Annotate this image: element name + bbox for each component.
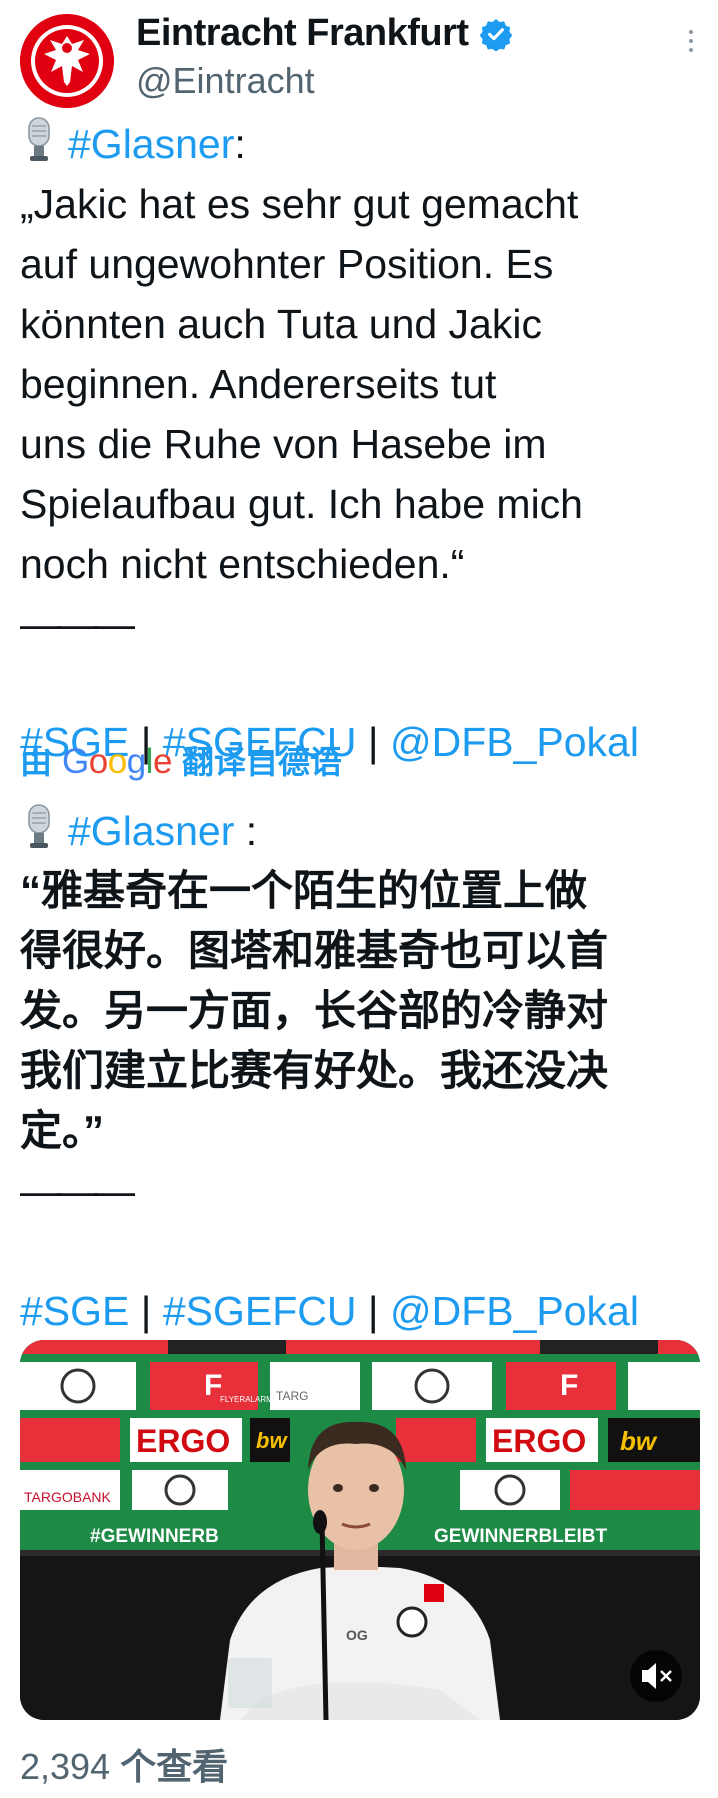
hashtag-colon: :	[234, 808, 258, 854]
separator-rule: ———	[20, 601, 135, 647]
svg-text:ERGO: ERGO	[136, 1423, 230, 1459]
view-count-label: 个查看	[120, 1746, 229, 1787]
quote-line: könnten auch Tuta und Jakic	[20, 301, 542, 347]
hashtag-sgefcu-link[interactable]: #SGEFCU	[163, 1288, 357, 1334]
tweet-header: Eintracht Frankfurt @Eintracht	[0, 0, 718, 108]
quote-line: „Jakic hat es sehr gut gemacht	[20, 181, 579, 227]
author-display-name[interactable]: Eintracht Frankfurt	[136, 12, 469, 55]
separator-rule: ———	[20, 1168, 135, 1214]
hashtag-line: #Glasner:	[20, 114, 710, 174]
press-conference-video-frame: F F FLYERALARM TARG ERGO ERGO bw bw TARG…	[20, 1340, 700, 1720]
microphone-icon	[28, 804, 50, 848]
tweet-text-translated: #Glasner : “雅基奇在一个陌生的位置上做 得很好。图塔和雅基奇也可以首…	[20, 801, 710, 1341]
hashtag-glasner-link[interactable]: #Glasner	[68, 121, 234, 167]
sponsor-board-row: F F FLYERALARM TARG	[20, 1340, 700, 1410]
quote-line: 我们建立比赛有好处。我还没决	[20, 1047, 609, 1094]
quote-line: noch nicht entschieden.“	[20, 541, 465, 587]
quote-line: 发。另一方面，长谷部的冷静对	[20, 987, 609, 1034]
more-options-icon[interactable]	[684, 30, 698, 60]
mention-dfb-pokal-link[interactable]: @DFB_Pokal	[390, 1288, 639, 1334]
tag-separator: |	[367, 1288, 379, 1334]
video-player[interactable]: F F FLYERALARM TARG ERGO ERGO bw bw TARG…	[20, 1340, 700, 1720]
quote-line: 定。”	[20, 1107, 105, 1154]
svg-text:GEWINNERBLEIBT: GEWINNERBLEIBT	[434, 1526, 608, 1547]
svg-text:OG: OG	[346, 1627, 368, 1643]
verified-badge-icon	[479, 18, 512, 51]
hashtag-colon: :	[234, 121, 246, 167]
tag-separator: |	[367, 719, 379, 765]
svg-text:FLYERALARM: FLYERALARM	[220, 1395, 273, 1404]
translate-suffix: 翻译自德语	[181, 744, 342, 780]
svg-text:bw: bw	[620, 1426, 658, 1456]
hashtag-glasner-link[interactable]: #Glasner	[68, 808, 234, 854]
tag-line: #SGE | #SGEFCU | @DFB_Pokal	[20, 1281, 710, 1341]
view-count[interactable]: 2,394 个查看	[20, 1738, 228, 1790]
svg-text:TARGOBANK: TARGOBANK	[24, 1489, 112, 1505]
svg-text:bw: bw	[256, 1428, 288, 1453]
author-name-row[interactable]: Eintracht Frankfurt	[136, 12, 513, 55]
quote-line: Spielaufbau gut. Ich habe mich	[20, 481, 583, 527]
avatar[interactable]	[20, 14, 114, 108]
quote-line: auf ungewohnter Position. Es	[20, 241, 554, 287]
hashtag-line: #Glasner :	[20, 801, 710, 861]
tweet-text-original: #Glasner: „Jakic hat es sehr gut gemacht…	[20, 114, 710, 772]
mute-toggle-icon[interactable]	[630, 1650, 682, 1702]
view-count-number: 2,394	[20, 1746, 111, 1787]
quote-line: beginnen. Andererseits tut	[20, 361, 497, 407]
eagle-crest-icon	[20, 14, 114, 108]
quote-line: 得很好。图塔和雅基奇也可以首	[20, 927, 609, 974]
quote-line: uns die Ruhe von Hasebe im	[20, 421, 547, 467]
hashtag-sge-link[interactable]: #SGE	[20, 1288, 129, 1334]
mention-dfb-pokal-link[interactable]: @DFB_Pokal	[390, 719, 639, 765]
water-glass	[228, 1658, 272, 1708]
svg-text:TARG: TARG	[276, 1389, 308, 1403]
tag-separator: |	[140, 1288, 152, 1334]
google-logo: Google	[62, 742, 172, 781]
svg-text:F: F	[560, 1369, 578, 1402]
translate-prefix: 由	[20, 744, 53, 780]
svg-text:#GEWINNERB: #GEWINNERB	[90, 1526, 219, 1547]
svg-text:ERGO: ERGO	[492, 1423, 586, 1459]
microphone-icon	[28, 117, 50, 161]
author-handle[interactable]: @Eintracht	[136, 60, 315, 102]
translated-by-google-button[interactable]: 由 Google 翻译自德语	[20, 738, 342, 786]
quote-line: “雅基奇在一个陌生的位置上做	[20, 867, 588, 914]
